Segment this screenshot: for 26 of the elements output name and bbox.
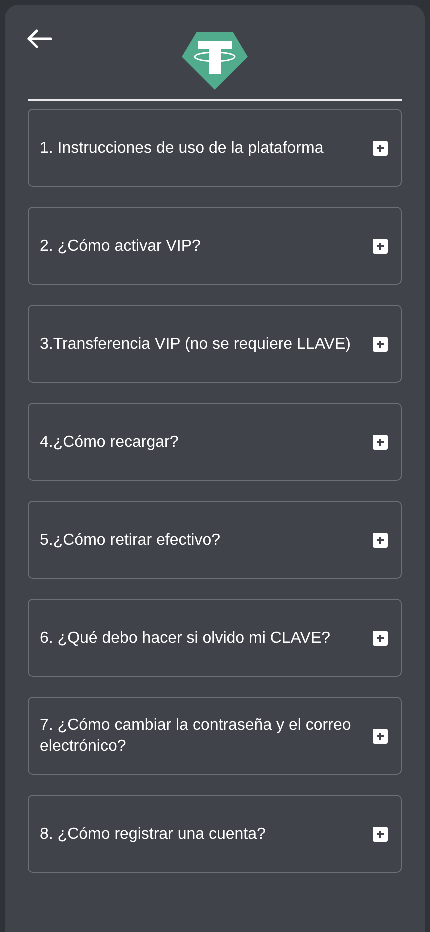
plus-icon[interactable] (373, 434, 388, 450)
faq-item[interactable]: 2. ¿Cómo activar VIP? (28, 207, 402, 285)
faq-question: 3.Transferencia VIP (no se requiere LLAVE) (40, 334, 352, 354)
faq-item[interactable]: 3.Transferencia VIP (no se requiere LLAVE) (28, 305, 402, 383)
logo-icon (182, 32, 248, 90)
faq-item[interactable]: 1. Instrucciones de uso de la plataforma (28, 109, 402, 187)
faq-item[interactable]: 6. ¿Qué debo hacer si olvido mi CLAVE? (28, 599, 402, 677)
plus-icon[interactable] (373, 336, 388, 352)
faq-question: 7. ¿Cómo cambiar la contraseña y el correo electrónico? (40, 716, 352, 757)
faq-question: 4.¿Cómo recargar? (40, 432, 180, 452)
plus-icon[interactable] (373, 532, 388, 548)
faq-item[interactable]: 5.¿Cómo retirar efectivo? (28, 501, 402, 579)
faq-item[interactable]: 8. ¿Cómo registrar una cuenta? (28, 795, 402, 873)
plus-icon[interactable] (373, 140, 388, 156)
plus-icon[interactable] (373, 630, 388, 646)
faq-item[interactable]: 7. ¿Cómo cambiar la contraseña y el correo electrónico? (28, 697, 402, 775)
plus-icon[interactable] (373, 826, 388, 842)
faq-question: 5.¿Cómo retirar efectivo? (40, 530, 222, 550)
plus-icon[interactable] (373, 238, 388, 254)
faq-question: 8. ¿Cómo registrar una cuenta? (40, 824, 267, 844)
plus-icon[interactable] (373, 728, 388, 744)
faq-question: 2. ¿Cómo activar VIP? (40, 236, 202, 256)
faq-question: 6. ¿Qué debo hacer si olvido mi CLAVE? (40, 628, 332, 648)
faq-item[interactable]: 4.¿Cómo recargar? (28, 403, 402, 481)
back-arrow-icon[interactable] (26, 29, 52, 49)
faq-question: 1. Instrucciones de uso de la plataforma (40, 138, 325, 158)
